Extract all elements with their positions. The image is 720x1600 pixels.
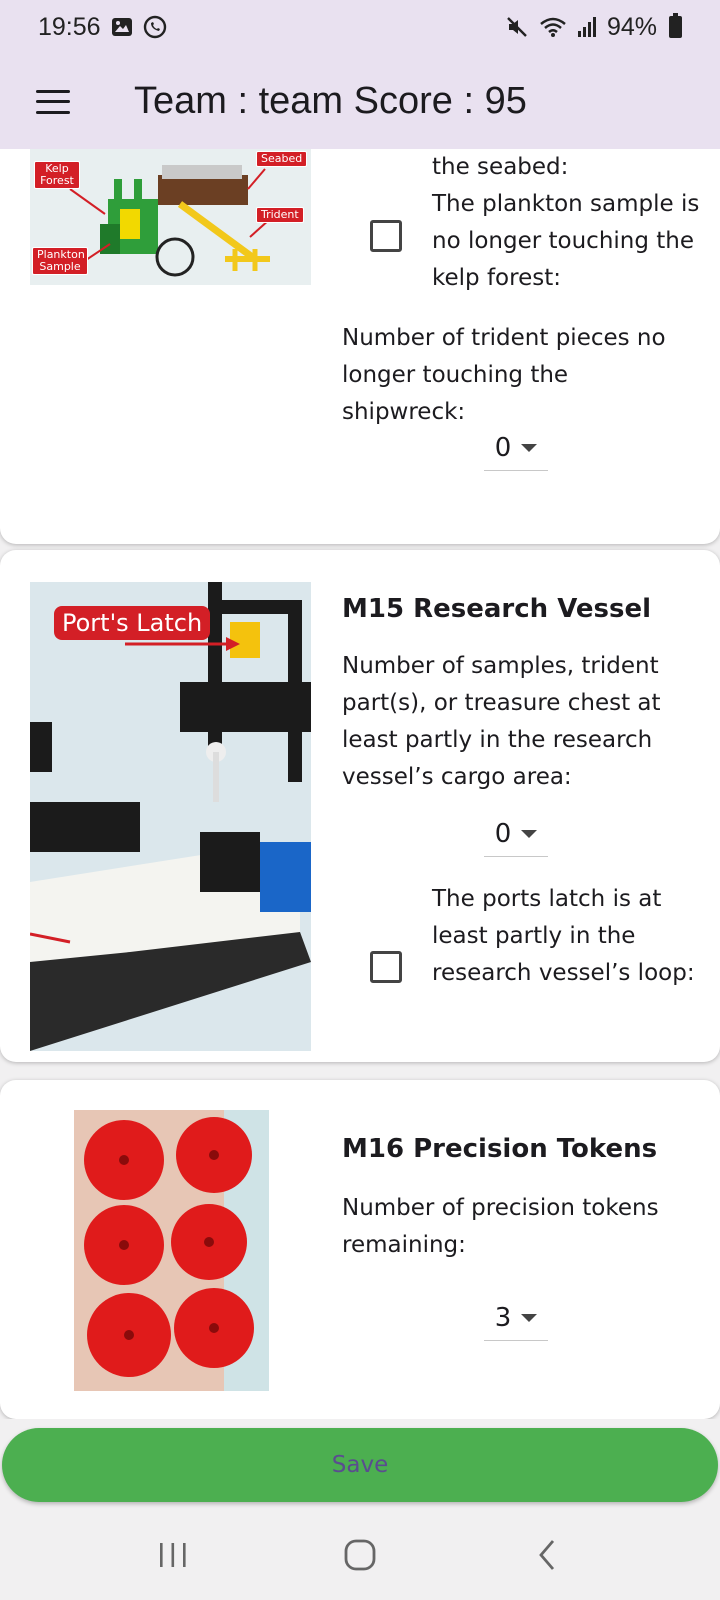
menu-icon[interactable] (36, 89, 70, 114)
m14-mission-image: Kelp Forest Seabed Trident Plankton Samp… (30, 149, 311, 285)
m14-plankton-check-label: The plankton sample is no longer touchin… (432, 191, 700, 291)
m15-samples-dropdown[interactable]: 0 (484, 811, 548, 857)
chevron-down-icon (521, 1313, 538, 1322)
back-icon[interactable] (517, 1525, 577, 1585)
page-title: Team : team Score : 95 (134, 80, 527, 122)
chevron-down-icon (521, 829, 538, 838)
image-icon (111, 16, 133, 38)
scroll-content[interactable]: Kelp Forest Seabed Trident Plankton Samp… (0, 149, 720, 1419)
home-icon[interactable] (330, 1525, 390, 1585)
m15-title: M15 Research Vessel (342, 594, 652, 624)
m15-ports-latch-checkbox[interactable] (370, 951, 402, 983)
chevron-down-icon (521, 443, 538, 452)
save-button[interactable]: Save (2, 1428, 718, 1502)
m14-dropdown-value: 0 (494, 432, 512, 463)
m16-dropdown-value: 3 (494, 1302, 512, 1333)
m16-tokens-question: Number of precision tokens remaining: (342, 1195, 659, 1258)
status-time: 19:56 (38, 12, 101, 41)
signal-icon (577, 16, 597, 38)
mission-card-m15: Port's Latch M15 Research Vessel Number … (0, 550, 720, 1062)
battery-icon (669, 13, 682, 38)
m15-samples-question: Number of samples, trident part(s), or t… (342, 653, 661, 790)
mission-card-m16: M16 Precision Tokens Number of precision… (0, 1080, 720, 1419)
m15-mission-image: Port's Latch (30, 582, 311, 1051)
status-right: 94% (505, 13, 682, 42)
recent-apps-icon[interactable] (143, 1525, 203, 1585)
trident-label: Trident (256, 207, 304, 223)
status-bar: 19:56 94% (0, 0, 720, 54)
status-left: 19:56 (38, 13, 167, 42)
ports-latch-label: Port's Latch (54, 606, 211, 640)
wifi-icon (539, 16, 567, 38)
plankton-sample-label: Plankton Sample (32, 247, 88, 275)
m14-trident-dropdown[interactable]: 0 (484, 425, 548, 471)
battery-percent: 94% (606, 12, 657, 41)
app-bar: Team : team Score : 95 (0, 54, 720, 149)
seabed-label: Seabed (256, 151, 308, 167)
m16-mission-image (74, 1110, 269, 1391)
system-nav-bar (0, 1510, 720, 1600)
m15-dropdown-value: 0 (494, 818, 512, 849)
m14-trident-question: Number of trident pieces no longer touch… (342, 325, 666, 425)
m16-title: M16 Precision Tokens (342, 1134, 658, 1164)
kelp-forest-label: Kelp Forest (34, 161, 80, 189)
mute-icon (505, 15, 529, 39)
m14-plankton-checkbox[interactable] (370, 220, 402, 252)
whatsapp-icon (143, 15, 167, 39)
mission-card-m14: Kelp Forest Seabed Trident Plankton Samp… (0, 149, 720, 544)
m16-tokens-dropdown[interactable]: 3 (484, 1295, 548, 1341)
save-button-label: Save (331, 1452, 389, 1478)
m14-partial-check-text: the seabed: (432, 154, 569, 180)
m15-ports-latch-label: The ports latch is at least partly in th… (432, 886, 695, 986)
